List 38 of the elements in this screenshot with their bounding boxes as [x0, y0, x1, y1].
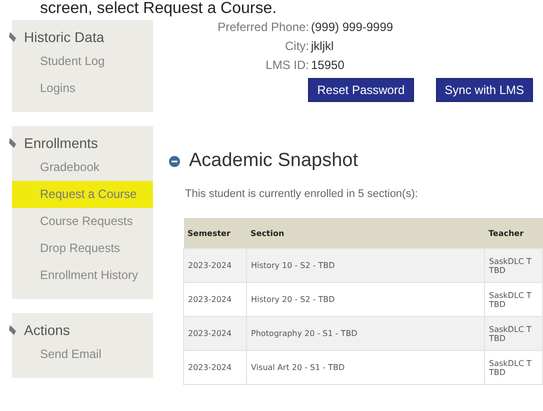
table-cell: 2023-2024 — [184, 248, 246, 282]
sidebar-item[interactable]: Logins — [12, 75, 153, 102]
field-value: jkljkl — [310, 39, 334, 53]
sidebar-item[interactable]: Request a Course — [12, 181, 153, 208]
field-label: Preferred Phone: — [216, 20, 309, 34]
table-cell: Photography 20 - S1 - TBD — [246, 316, 484, 350]
panel-title: Historic Data — [24, 28, 104, 47]
sidebar-item[interactable]: Drop Requests — [12, 235, 153, 262]
panel-icon — [8, 137, 18, 149]
sidebar-item[interactable]: Enrollment History — [12, 262, 153, 289]
field-label: City: — [284, 39, 309, 53]
sidebar-item[interactable]: Gradebook — [12, 154, 153, 181]
field-value: 15950 — [310, 58, 344, 72]
sidebar-item[interactable]: Send Email — [12, 341, 153, 368]
collapse-icon[interactable] — [169, 156, 180, 166]
table-cell: SaskDLC T TBD — [484, 316, 542, 350]
table-cell: SaskDLC T TBD — [484, 248, 542, 282]
column-header: Section — [246, 218, 484, 248]
field-label: LMS ID: — [264, 58, 309, 72]
field-value: (999) 999-9999 — [310, 20, 394, 34]
table-cell: 2023-2024 — [184, 350, 246, 384]
table-cell: History 10 - S2 - TBD — [246, 248, 484, 282]
video-caption: screen, select Request a Course. — [39, 0, 278, 18]
table-cell: 2023-2024 — [184, 316, 246, 350]
panel-icon — [8, 31, 18, 43]
action-button[interactable]: Sync with LMS — [436, 78, 533, 102]
table-cell: Visual Art 20 - S1 - TBD — [246, 350, 484, 384]
section-title: Academic Snapshot — [189, 150, 358, 172]
enrollment-summary: This student is currently enrolled in 5 section(s): — [185, 188, 419, 200]
action-button[interactable]: Reset Password — [308, 78, 414, 102]
panel-title: Enrollments — [24, 134, 98, 153]
sidebar-item[interactable]: Course Requests — [12, 208, 153, 235]
panel-icon — [8, 324, 18, 336]
sidebar-item[interactable]: Student Log — [12, 48, 153, 75]
table-cell: SaskDLC T TBD — [484, 350, 542, 384]
column-header: Teacher — [484, 218, 542, 248]
column-header: Semester — [184, 218, 246, 248]
panel-title: Actions — [24, 321, 70, 340]
